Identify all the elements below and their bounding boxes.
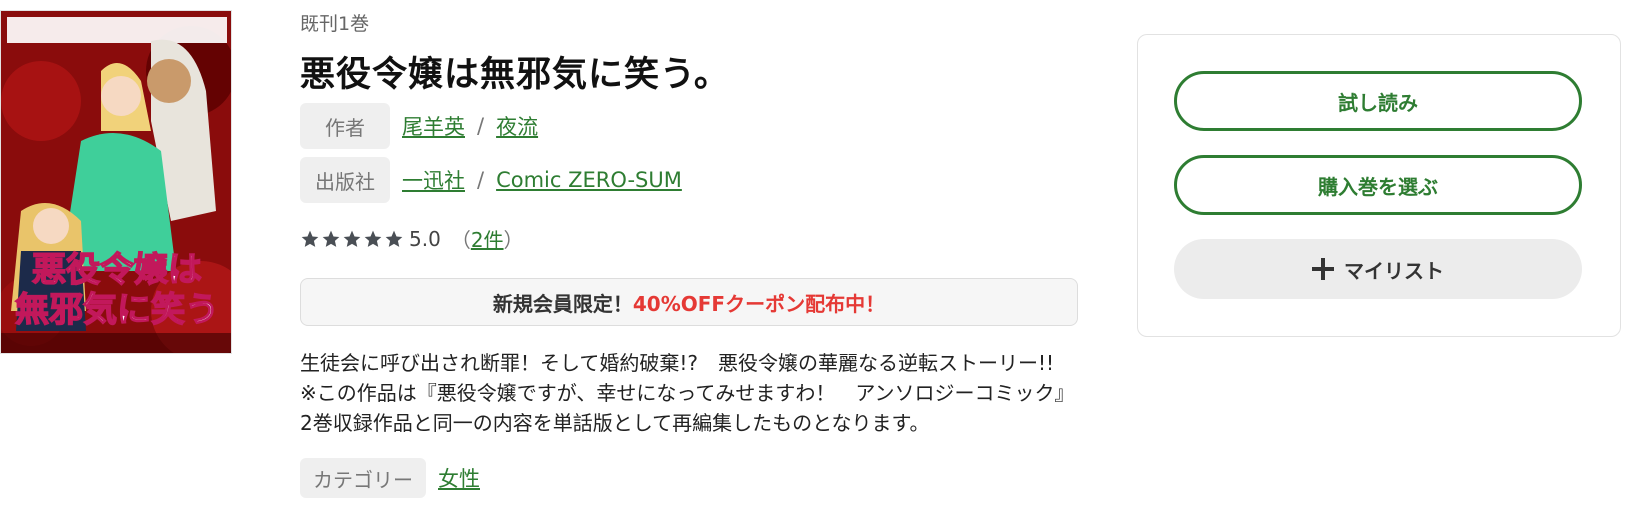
category-link[interactable]: 女性: [438, 463, 480, 493]
coupon-banner[interactable]: 新規会員限定！ 40%OFFクーポン配布中！: [300, 278, 1078, 326]
publisher-link-1[interactable]: 一迅社: [402, 165, 465, 195]
author-label: 作者: [300, 103, 390, 149]
plus-icon: [1312, 258, 1334, 280]
author-row: 作者 尾羊英 / 夜流: [300, 103, 538, 149]
star-icon: [364, 230, 382, 247]
svg-text:無邪気に笑う: 無邪気に笑う: [15, 290, 219, 330]
publisher-separator: /: [477, 168, 485, 192]
action-panel: 試し読み 購入巻を選ぶ マイリスト: [1137, 34, 1621, 337]
choose-volume-button[interactable]: 購入巻を選ぶ: [1174, 155, 1582, 215]
cover-illustration: 悪役令嬢は 無邪気に笑う: [1, 11, 231, 353]
coupon-prefix: 新規会員限定！: [492, 291, 633, 316]
author-separator: /: [477, 114, 485, 138]
star-icon: [322, 230, 340, 247]
my-list-button[interactable]: マイリスト: [1174, 239, 1582, 299]
author-link-1[interactable]: 尾羊英: [402, 111, 465, 141]
publisher-link-2[interactable]: Comic ZERO-SUM: [496, 168, 682, 192]
volume-info: 既刊1巻: [300, 13, 370, 35]
review-open-paren: （: [450, 228, 471, 252]
star-rating: [300, 229, 405, 249]
rating-score: 5.0: [409, 226, 441, 251]
publisher-row: 出版社 一迅社 / Comic ZERO-SUM: [300, 157, 682, 203]
review-count-link[interactable]: 2件: [471, 224, 504, 253]
book-description: 生徒会に呼び出され断罪！そして婚約破棄!? 悪役令嬢の華麗なる逆転ストーリー!!…: [300, 351, 1075, 435]
book-title: 悪役令嬢は無邪気に笑う。: [300, 55, 730, 95]
coupon-highlight: 40%OFFクーポン配布中！: [632, 291, 886, 316]
trial-read-button[interactable]: 試し読み: [1174, 71, 1582, 131]
rating: 5.0 （ 2件 ）: [300, 224, 524, 253]
my-list-label: マイリスト: [1344, 258, 1444, 283]
author-link-2[interactable]: 夜流: [496, 111, 538, 141]
star-icon: [301, 230, 319, 247]
publisher-label: 出版社: [300, 157, 390, 203]
svg-text:悪役令嬢は: 悪役令嬢は: [32, 250, 202, 290]
category-label: カテゴリー: [300, 458, 426, 498]
review-close-paren: ）: [503, 228, 524, 252]
cover-image[interactable]: 悪役令嬢は 無邪気に笑う: [0, 10, 232, 354]
category-row: カテゴリー 女性: [300, 458, 480, 498]
star-icon: [343, 230, 361, 247]
star-icon: [385, 230, 403, 247]
